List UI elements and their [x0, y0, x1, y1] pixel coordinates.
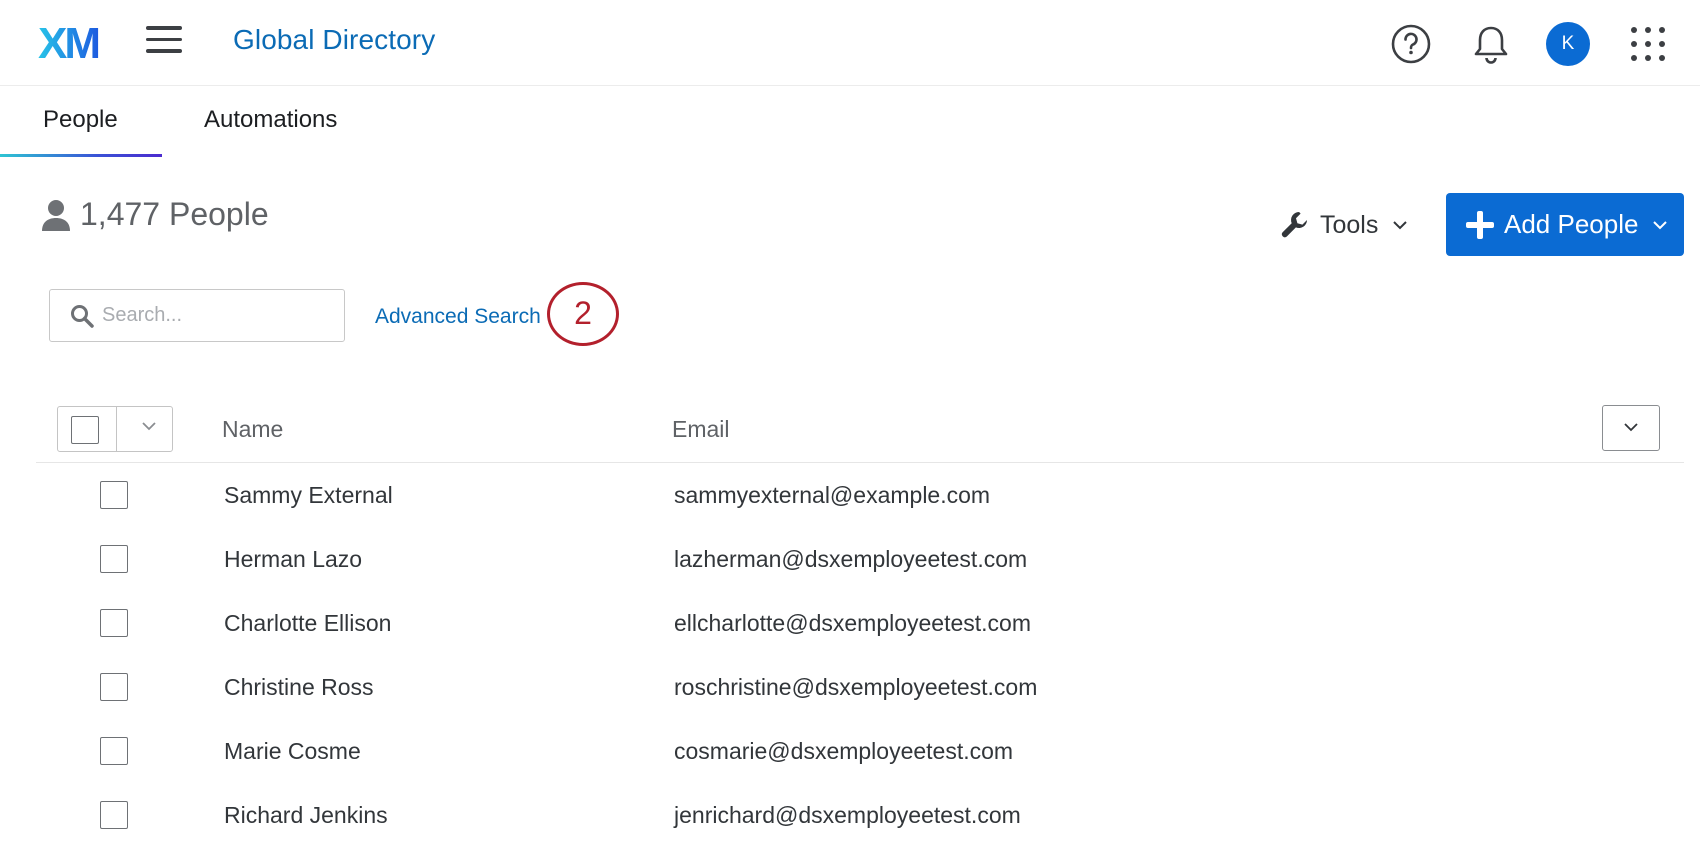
- tools-button[interactable]: Tools: [1280, 205, 1408, 245]
- row-email: sammyexternal@example.com: [674, 482, 991, 508]
- advanced-search-link[interactable]: Advanced Search: [375, 305, 541, 329]
- hamburger-menu-icon[interactable]: [146, 26, 186, 60]
- table-body: Sammy External sammyexternal@example.com…: [0, 463, 1700, 847]
- active-tab-indicator: [0, 154, 162, 157]
- user-avatar[interactable]: K: [1546, 22, 1590, 66]
- row-name[interactable]: Richard Jenkins: [224, 802, 388, 829]
- row-checkbox[interactable]: [100, 801, 128, 829]
- row-name[interactable]: Herman Lazo: [224, 546, 362, 573]
- search-box[interactable]: [49, 289, 345, 342]
- row-email: jenrichard@dsxemployeetest.com: [674, 802, 1021, 828]
- add-people-label: Add People: [1504, 209, 1639, 239]
- table-row[interactable]: Charlotte Ellison ellcharlotte@dsxemploy…: [0, 591, 1700, 655]
- row-email: lazherman@dsxemployeetest.com: [674, 546, 1028, 572]
- row-name[interactable]: Christine Ross: [224, 674, 374, 701]
- select-all-dropdown[interactable]: [57, 406, 173, 452]
- xm-logo[interactable]: XM: [38, 18, 108, 68]
- table-row[interactable]: Richard Jenkins jenrichard@dsxemployeete…: [0, 783, 1700, 847]
- row-email: roschristine@dsxemployeetest.com: [674, 674, 1038, 700]
- column-header-email[interactable]: Email: [672, 416, 730, 443]
- table-row[interactable]: Christine Ross roschristine@dsxemployeet…: [0, 655, 1700, 719]
- column-options-button[interactable]: [1602, 405, 1660, 451]
- bell-icon[interactable]: [1469, 22, 1513, 66]
- table-row[interactable]: Herman Lazo lazherman@dsxemployeetest.co…: [0, 527, 1700, 591]
- chevron-down-icon: [142, 422, 156, 431]
- row-name[interactable]: Sammy External: [224, 482, 393, 509]
- table-row[interactable]: Marie Cosme cosmarie@dsxemployeetest.com: [0, 719, 1700, 783]
- tab-bar: People Automations: [0, 88, 1700, 158]
- column-header-name[interactable]: Name: [222, 416, 283, 443]
- select-all-checkbox[interactable]: [58, 407, 117, 451]
- table-header: Name Email: [36, 400, 1684, 463]
- chevron-down-icon: [1653, 220, 1668, 229]
- people-count-text: 1,477 People: [80, 196, 269, 232]
- tab-people[interactable]: People: [43, 106, 118, 134]
- apps-grid-icon[interactable]: [1626, 22, 1670, 66]
- row-email: cosmarie@dsxemployeetest.com: [674, 738, 1014, 764]
- row-name[interactable]: Charlotte Ellison: [224, 610, 391, 637]
- add-people-button[interactable]: Add People: [1446, 193, 1684, 256]
- row-checkbox[interactable]: [100, 673, 128, 701]
- row-checkbox[interactable]: [100, 545, 128, 573]
- person-icon: [42, 199, 70, 231]
- table-row[interactable]: Sammy External sammyexternal@example.com: [0, 463, 1700, 527]
- row-email: ellcharlotte@dsxemployeetest.com: [674, 610, 1032, 636]
- row-checkbox[interactable]: [100, 609, 128, 637]
- help-icon[interactable]: [1389, 22, 1433, 66]
- chevron-down-icon: [1624, 423, 1638, 432]
- app-title[interactable]: Global Directory: [233, 24, 435, 56]
- search-icon: [71, 305, 94, 328]
- top-bar: XM Global Directory K: [0, 0, 1700, 86]
- tab-automations[interactable]: Automations: [204, 106, 337, 134]
- tools-label: Tools: [1320, 210, 1379, 239]
- chevron-down-icon: [1393, 221, 1408, 230]
- plus-icon: [1466, 210, 1494, 239]
- search-input[interactable]: [102, 290, 338, 341]
- wrench-icon: [1281, 212, 1307, 238]
- row-checkbox[interactable]: [100, 737, 128, 765]
- svg-text:XM: XM: [38, 19, 98, 68]
- row-name[interactable]: Marie Cosme: [224, 738, 361, 765]
- step-number-annotation: 2: [547, 282, 619, 346]
- people-count: 1,477 People: [40, 196, 269, 233]
- row-checkbox[interactable]: [100, 481, 128, 509]
